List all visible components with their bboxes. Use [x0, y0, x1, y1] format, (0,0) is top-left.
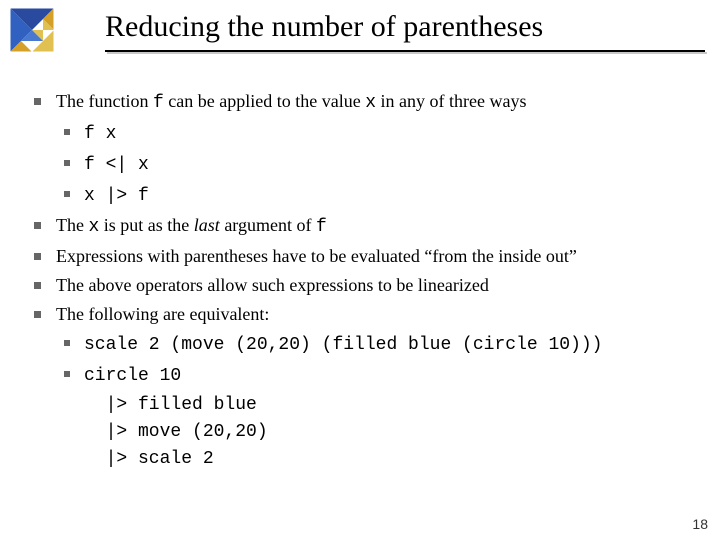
title-underline-shadow	[107, 52, 707, 54]
bullet-line: The above operators allow such expressio…	[28, 272, 698, 299]
text-fragment: is put as the	[99, 215, 194, 235]
sub-bullet: circle 10	[28, 361, 698, 390]
text-fragment: The	[56, 215, 88, 235]
code-inline: f x	[84, 124, 116, 144]
sub-bullet: f <| x	[28, 150, 698, 179]
code-inline: f	[316, 217, 327, 237]
page-number: 18	[692, 516, 708, 532]
code-inline: f	[153, 93, 164, 113]
bullet-line: The function f can be applied to the val…	[28, 88, 698, 117]
code-inline: x	[88, 217, 99, 237]
sub-bullet: scale 2 (move (20,20) (filled blue (circ…	[28, 330, 698, 359]
text-fragment: The function	[56, 91, 153, 111]
code-inline: x |> f	[84, 186, 149, 206]
bullet-line: The x is put as the last argument of f	[28, 212, 698, 241]
text-fragment: can be applied to the value	[164, 91, 365, 111]
slide-body: The function f can be applied to the val…	[28, 88, 698, 473]
text-fragment: Expressions with parentheses have to be …	[56, 246, 577, 266]
bullet-line: Expressions with parentheses have to be …	[28, 243, 698, 270]
text-fragment: The following are equivalent:	[56, 304, 269, 324]
code-continuation: |> move (20,20)	[28, 419, 698, 446]
code-inline: circle 10	[84, 366, 181, 386]
bullet-line: The following are equivalent:	[28, 301, 698, 328]
code-continuation: |> filled blue	[28, 392, 698, 419]
text-fragment: The above operators allow such expressio…	[56, 275, 489, 295]
slide-title: Reducing the number of parentheses	[105, 10, 543, 44]
text-fragment: argument of	[220, 215, 316, 235]
slide: Reducing the number of parentheses The f…	[0, 0, 720, 540]
sub-bullet: f x	[28, 119, 698, 148]
text-fragment: in any of three ways	[376, 91, 526, 111]
sub-bullet: x |> f	[28, 181, 698, 210]
code-inline: x	[365, 93, 376, 113]
code-inline: scale 2 (move (20,20) (filled blue (circ…	[84, 335, 602, 355]
code-continuation: |> scale 2	[28, 446, 698, 473]
italic-text: last	[194, 215, 220, 235]
tangram-logo	[10, 8, 54, 52]
code-inline: f <| x	[84, 155, 149, 175]
